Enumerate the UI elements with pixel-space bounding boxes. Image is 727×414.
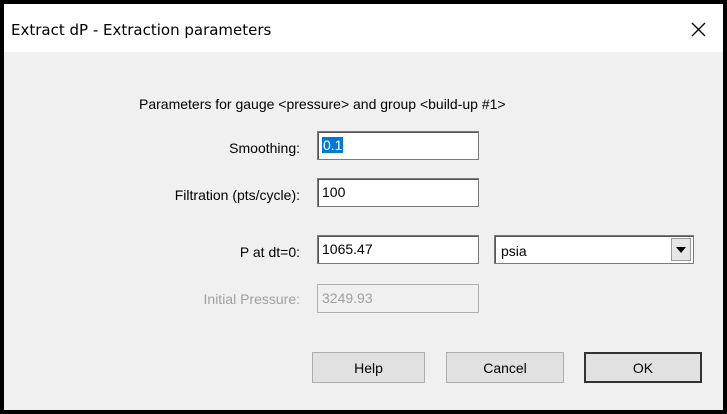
extraction-parameters-dialog: Extract dP - Extraction parameters Param… — [4, 4, 723, 410]
filtration-label: Filtration (pts/cycle): — [174, 187, 300, 203]
title-bar[interactable]: Extract dP - Extraction parameters — [4, 4, 723, 52]
ok-button[interactable]: OK — [584, 352, 702, 383]
unit-select-value: psia — [501, 243, 527, 259]
initial-pressure-input: 3249.93 — [317, 284, 479, 313]
parameters-header: Parameters for gauge <pressure> and grou… — [139, 96, 506, 112]
filtration-input[interactable]: 100 — [317, 178, 479, 207]
window-title: Extract dP - Extraction parameters — [11, 21, 272, 39]
close-icon — [691, 22, 705, 36]
smoothing-label: Smoothing: — [229, 140, 300, 156]
cancel-button[interactable]: Cancel — [446, 352, 564, 383]
close-button[interactable] — [683, 16, 713, 42]
smoothing-input[interactable]: 0.1 — [317, 131, 479, 160]
smoothing-value: 0.1 — [322, 137, 344, 153]
unit-select-dropdown-button[interactable] — [671, 238, 691, 261]
help-button[interactable]: Help — [312, 352, 425, 383]
p-at-dt0-label: P at dt=0: — [239, 244, 300, 260]
initial-pressure-label: Initial Pressure: — [203, 291, 300, 307]
p-at-dt0-input[interactable]: 1065.47 — [317, 235, 479, 264]
chevron-down-icon — [676, 246, 686, 253]
unit-select[interactable]: psia — [494, 235, 694, 264]
